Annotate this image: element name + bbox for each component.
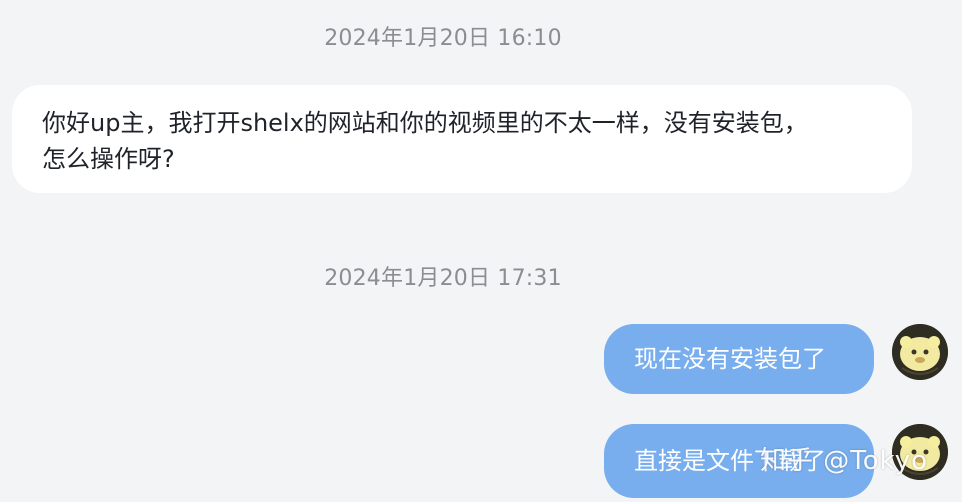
outgoing-message-row: 现在没有安装包了: [0, 324, 962, 398]
message-text-line: 怎么操作呀?: [42, 145, 175, 173]
outgoing-message-bubble[interactable]: 现在没有安装包了: [604, 324, 874, 394]
incoming-message-bubble[interactable]: 你好up主，我打开shelx的网站和你的视频里的不太一样，没有安装包， 怎么操作…: [12, 85, 912, 193]
cartoon-avatar-icon: [892, 324, 948, 380]
message-timestamp: 2024年1月20日 16:10: [324, 26, 562, 51]
avatar[interactable]: [892, 324, 948, 380]
message-timestamp: 2024年1月20日 17:31: [324, 266, 562, 291]
zhihu-watermark: 知乎 @Tokyo: [760, 446, 929, 476]
message-text-line: 你好up主，我打开shelx的网站和你的视频里的不太一样，没有安装包，: [42, 109, 808, 137]
chat-conversation: 2024年1月20日 16:10 你好up主，我打开shelx的网站和你的视频里…: [0, 0, 962, 502]
